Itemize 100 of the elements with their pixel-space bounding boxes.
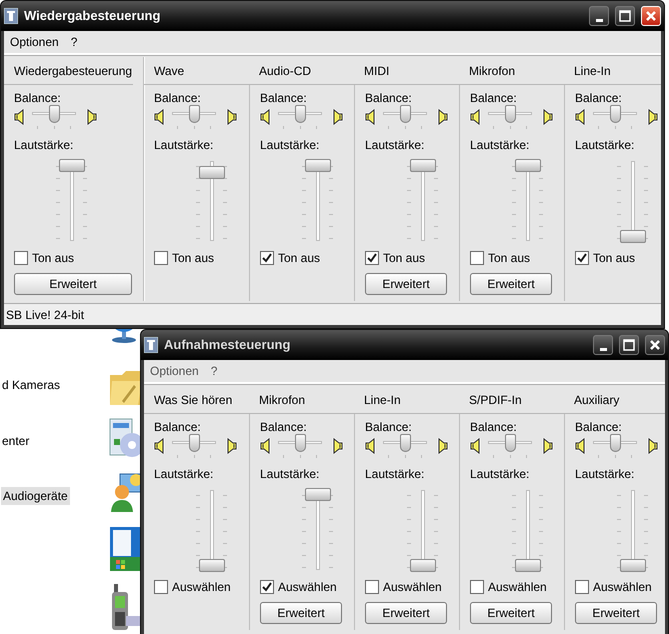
balance-slider[interactable] — [32, 105, 76, 129]
slider-thumb[interactable] — [610, 105, 620, 123]
slider-thumb[interactable] — [294, 105, 306, 123]
checkbox[interactable] — [154, 251, 168, 265]
menu-item[interactable]: Optionen — [10, 33, 59, 51]
slider-thumb[interactable] — [305, 159, 331, 172]
checkbox[interactable] — [260, 251, 274, 265]
checkbox[interactable] — [14, 251, 28, 265]
balance-slider[interactable] — [593, 434, 637, 458]
checkmark-icon — [367, 253, 377, 263]
minimize-button[interactable] — [593, 335, 613, 355]
advanced-button[interactable]: Erweitert — [470, 273, 552, 295]
slider-thumb[interactable] — [400, 434, 410, 452]
slider-thumb[interactable] — [199, 559, 225, 572]
desktop-item-label[interactable]: Audiogeräte — [1, 487, 70, 505]
advanced-button[interactable]: Erweitert — [575, 602, 657, 624]
speaker-icon — [470, 438, 480, 454]
speaker-icon — [260, 438, 270, 454]
checkbox-label: Auswählen — [383, 580, 442, 594]
advanced-button[interactable]: Erweitert — [14, 273, 132, 295]
volume-label: Lautstärke: — [260, 467, 320, 482]
advanced-button[interactable]: Erweitert — [365, 273, 447, 295]
channel-name: MIDI — [364, 62, 390, 80]
speaker-icon — [365, 438, 375, 454]
slider-thumb[interactable] — [294, 434, 306, 452]
channel-name: Line-In — [364, 392, 401, 408]
checkbox[interactable] — [575, 580, 589, 594]
maximize-button[interactable] — [615, 6, 635, 26]
checkbox-label: Auswählen — [172, 580, 231, 594]
balance-label: Balance: — [154, 91, 202, 106]
balance-slider[interactable] — [383, 434, 427, 458]
slider-thumb[interactable] — [515, 559, 541, 572]
checkbox[interactable] — [365, 251, 379, 265]
balance-label: Balance: — [470, 420, 518, 435]
minimize-button[interactable] — [589, 6, 609, 26]
balance-slider[interactable] — [172, 434, 216, 458]
checkbox-label: Auswählen — [593, 580, 652, 594]
slider-thumb[interactable] — [59, 159, 85, 172]
close-icon — [645, 10, 657, 22]
channel-name: Mikrofon — [259, 392, 306, 408]
menu-item[interactable]: ? — [70, 33, 78, 51]
slider-thumb[interactable] — [504, 434, 516, 452]
balance-label: Balance: — [365, 91, 413, 106]
balance-label: Balance: — [260, 420, 308, 435]
balance-label: Balance: — [575, 420, 623, 435]
balance-slider[interactable] — [383, 105, 427, 129]
maximize-icon — [623, 339, 635, 351]
slider-thumb[interactable] — [199, 166, 225, 180]
slider-thumb[interactable] — [620, 559, 646, 572]
speaker-icon — [365, 109, 375, 125]
balance-slider[interactable] — [593, 105, 637, 129]
menu-item[interactable]: ? — [210, 362, 218, 380]
speaker-icon — [575, 438, 585, 454]
slider-thumb[interactable] — [305, 488, 331, 501]
slider-thumb[interactable] — [620, 230, 646, 243]
channel-name: S/PDIF-In — [469, 392, 522, 408]
volume-label: Lautstärke: — [154, 138, 214, 153]
slider-thumb[interactable] — [504, 105, 516, 123]
advanced-button[interactable]: Erweitert — [365, 602, 447, 624]
menu-item[interactable]: Optionen — [150, 362, 199, 380]
slider-thumb[interactable] — [188, 434, 200, 452]
advanced-button[interactable]: Erweitert — [470, 602, 552, 624]
slider-thumb[interactable] — [410, 559, 436, 572]
checkbox[interactable] — [470, 251, 484, 265]
slider-thumb[interactable] — [188, 105, 200, 123]
close-icon — [649, 339, 661, 351]
desktop-item-label[interactable]: enter — [0, 432, 32, 450]
slider-thumb[interactable] — [400, 105, 410, 123]
checkbox-label: Auswählen — [488, 580, 547, 594]
checkbox[interactable] — [470, 580, 484, 594]
checkbox-label: Ton aus — [593, 250, 636, 266]
speaker-icon — [470, 109, 480, 125]
maximize-button[interactable] — [619, 335, 639, 355]
checkbox[interactable] — [154, 580, 168, 594]
channel-name: Mikrofon — [469, 62, 516, 80]
checkbox[interactable] — [575, 251, 589, 265]
checkbox-label: Ton aus — [172, 250, 214, 266]
minimize-icon — [600, 348, 606, 350]
close-button[interactable] — [645, 335, 665, 355]
checkbox[interactable] — [365, 580, 379, 594]
desktop-item-label[interactable]: d Kameras — [0, 376, 62, 394]
advanced-button[interactable]: Erweitert — [260, 602, 342, 624]
checkbox-label: Ton aus — [32, 250, 74, 266]
checkbox-label: Ton aus — [278, 250, 320, 266]
slider-thumb[interactable] — [410, 159, 436, 172]
checkbox[interactable] — [260, 580, 274, 594]
balance-slider[interactable] — [488, 105, 532, 129]
balance-slider[interactable] — [278, 105, 322, 129]
balance-label: Balance: — [14, 91, 62, 106]
checkmark-icon — [262, 253, 272, 263]
balance-slider[interactable] — [172, 105, 216, 129]
speaker-icon — [154, 438, 164, 454]
channel-name: Wave — [154, 62, 184, 80]
slider-thumb[interactable] — [515, 159, 541, 172]
speaker-icon — [154, 109, 164, 125]
slider-thumb[interactable] — [48, 105, 60, 123]
slider-thumb[interactable] — [610, 434, 620, 452]
checkmark-icon — [262, 582, 272, 592]
balance-slider[interactable] — [488, 434, 532, 458]
balance-slider[interactable] — [278, 434, 322, 458]
